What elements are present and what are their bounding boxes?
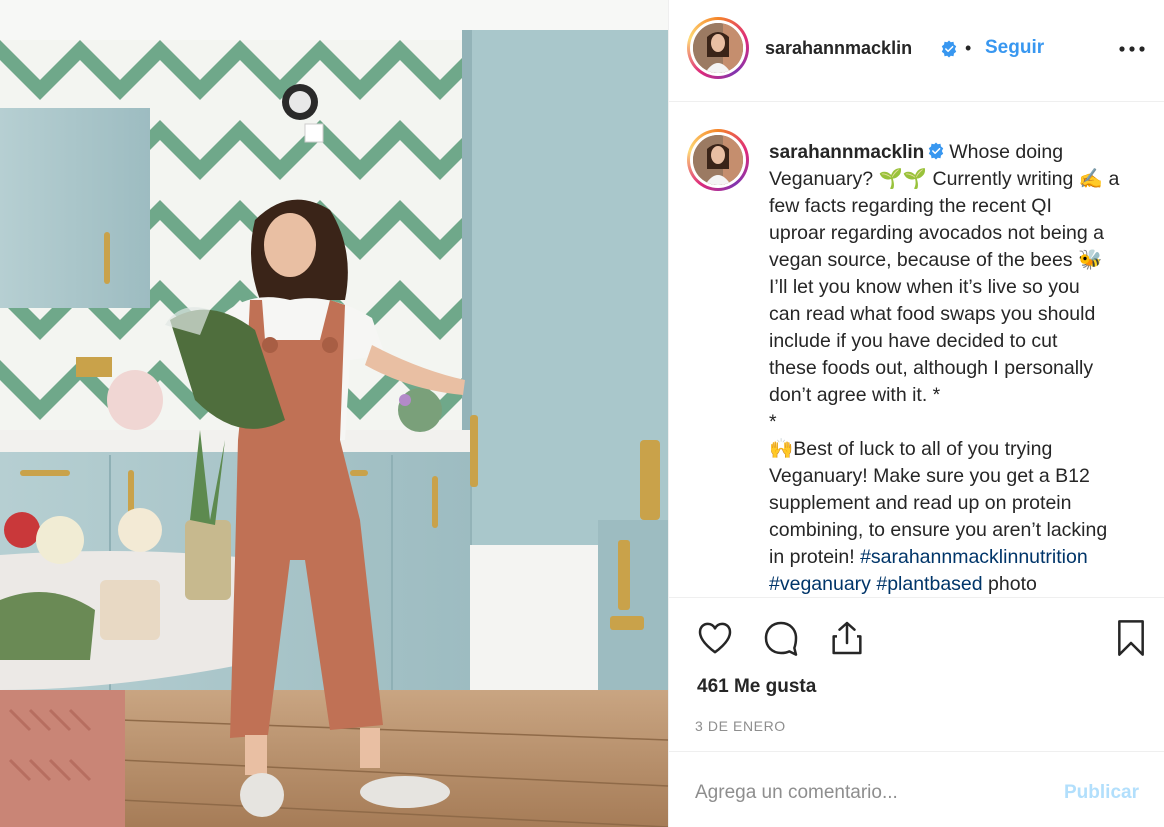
caption-line: these foods out, although I personally [769,357,1094,379]
caption-line: combining, to ensure you aren’t lacking [769,519,1108,541]
author-avatar[interactable] [687,17,749,79]
comment-icon[interactable] [761,618,801,658]
comment-input[interactable] [695,778,1035,808]
caption-line: uproar regarding avocados not being a [769,222,1104,244]
separator-dot: • [965,38,972,58]
comments-section[interactable]: sarahannmacklin Whose doing Veganuary? 🌱🌱… [669,103,1164,596]
caption-line: supplement and read up on protein [769,492,1072,514]
kitchen-photo [0,0,668,827]
more-options-icon[interactable] [1117,38,1147,60]
hashtag-link[interactable]: #sarahannmacklinnutrition [860,546,1088,568]
post-side-panel: sarahannmacklin • Seguir sarahannmacklin… [668,0,1164,827]
hashtag-link[interactable]: #veganuary [769,573,871,595]
caption-line: vegan source, because of the bees 🐝 [769,249,1103,271]
publish-button[interactable]: Publicar [1064,782,1139,804]
author-username[interactable]: sarahannmacklin [765,38,912,59]
verified-badge-icon [941,40,957,58]
avatar-photo [693,23,743,73]
caption-line: in protein! [769,546,855,568]
post-date: 3 DE ENERO [695,718,786,734]
caption-line: Veganuary? 🌱🌱 Currently writing ✍️ a [769,168,1120,190]
likes-count[interactable]: 461 Me gusta [697,676,816,698]
post-actions: 461 Me gusta 3 DE ENERO [669,597,1164,750]
post-photo[interactable] [0,0,668,827]
hashtag-link[interactable]: #plantbased [876,573,982,595]
follow-button[interactable]: Seguir [985,37,1044,59]
post-header: sarahannmacklin • Seguir [669,0,1164,102]
caption-line: Veganuary! Make sure you get a B12 [769,465,1090,487]
caption-avatar[interactable] [687,129,749,191]
bookmark-icon[interactable] [1111,618,1151,658]
caption-line: I’ll let you know when it’s live so you [769,276,1080,298]
caption-trailing-text: photo [988,573,1037,595]
caption-line: * [769,411,777,433]
caption-line: 🙌Best of luck to all of you trying [769,438,1053,460]
avatar-photo [693,135,743,185]
share-icon[interactable] [827,618,867,658]
caption-line: few facts regarding the recent QI [769,195,1052,217]
caption-line: Whose doing [949,141,1064,163]
post-caption: sarahannmacklin Whose doing Veganuary? 🌱🌱… [769,139,1149,596]
verified-badge-icon [929,142,944,160]
caption-line: include if you have decided to cut [769,330,1058,352]
heart-icon[interactable] [695,618,735,658]
caption-line: don’t agree with it. * [769,384,941,406]
caption-username[interactable]: sarahannmacklin [769,142,924,163]
caption-line: can read what food swaps you should [769,303,1096,325]
comment-form: Publicar [669,751,1164,827]
